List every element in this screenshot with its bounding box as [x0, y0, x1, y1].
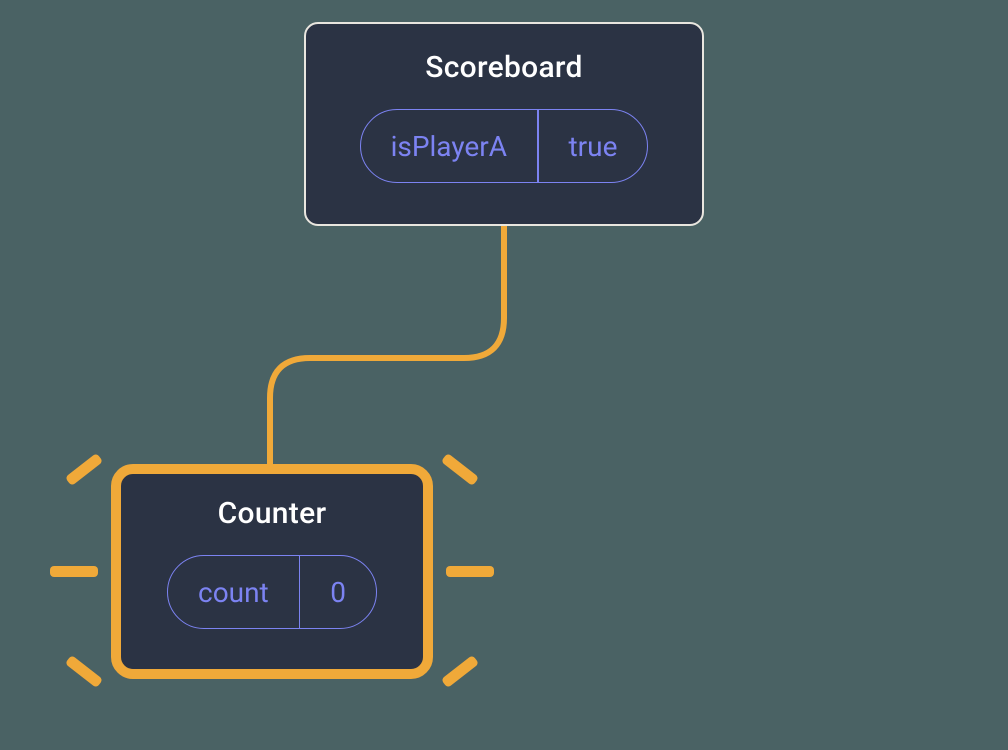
highlight-spark [441, 655, 479, 688]
node-counter: Counter count 0 [111, 464, 433, 679]
highlight-spark [65, 453, 103, 486]
highlight-spark [441, 453, 479, 486]
node-title: Counter [218, 496, 327, 531]
component-tree-diagram: Scoreboard isPlayerA true Counter count … [0, 0, 1008, 750]
highlight-spark [446, 566, 494, 577]
state-pill: count 0 [167, 555, 377, 629]
node-title: Scoreboard [425, 50, 583, 85]
state-key: isPlayerA [361, 110, 537, 182]
state-key: count [168, 556, 299, 628]
node-scoreboard: Scoreboard isPlayerA true [304, 22, 704, 226]
state-pill: isPlayerA true [360, 109, 649, 183]
state-value: 0 [300, 556, 376, 628]
highlight-spark [50, 566, 98, 577]
state-value: true [539, 110, 648, 182]
highlight-spark [65, 655, 103, 688]
